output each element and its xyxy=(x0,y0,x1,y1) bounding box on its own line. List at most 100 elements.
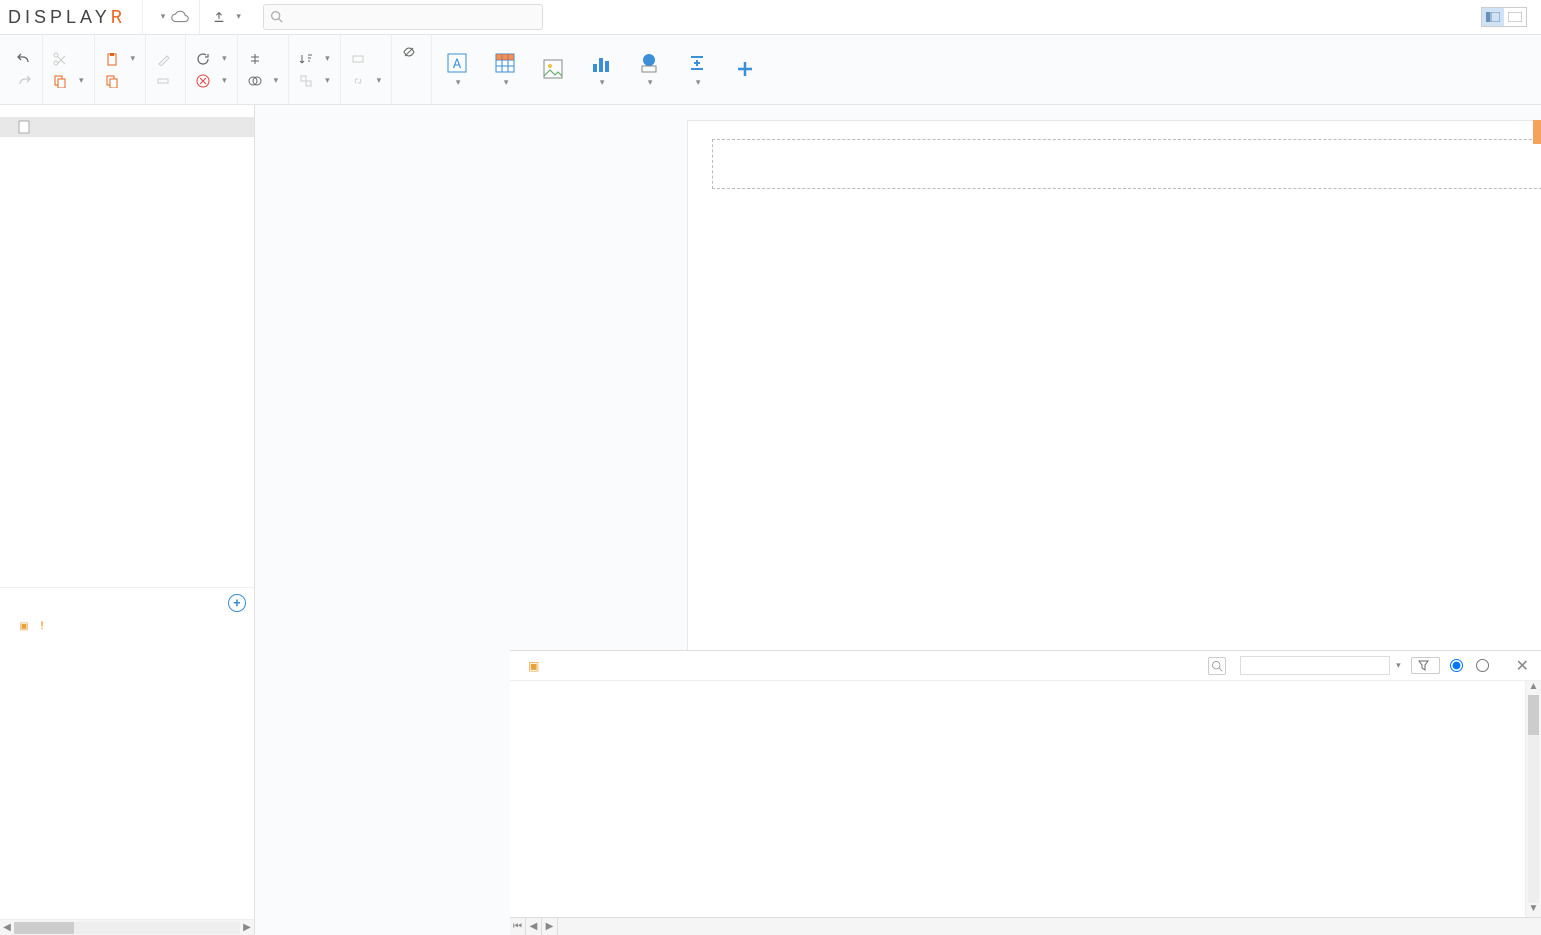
sort-button[interactable]: ▾ xyxy=(295,50,334,68)
left-panel: + ▣ ! ◀▶ xyxy=(0,105,255,935)
reset-button[interactable]: ▾ xyxy=(192,50,231,68)
search-menus[interactable] xyxy=(263,4,543,30)
reset-delete-group: ▾ ▾ xyxy=(186,35,238,104)
caret-down-icon: ▾ xyxy=(236,12,241,22)
close-data-editor-button[interactable]: ✕ xyxy=(1512,656,1533,675)
caret-down-icon: ▾ xyxy=(161,12,166,22)
search-icon xyxy=(1211,660,1223,672)
labels-radio[interactable] xyxy=(1450,659,1466,672)
data-grid[interactable] xyxy=(510,681,1541,917)
table-icon xyxy=(494,52,516,74)
caret-down-icon: ▾ xyxy=(1396,661,1401,671)
combine-button[interactable]: ▾ xyxy=(244,72,283,90)
view-toggle[interactable] xyxy=(1481,7,1527,27)
shape-icon xyxy=(638,52,660,74)
page-icon xyxy=(18,120,30,134)
duplicate-button[interactable] xyxy=(101,72,140,90)
brush-icon xyxy=(156,52,170,66)
undo-button[interactable] xyxy=(12,50,36,68)
filter-input[interactable] xyxy=(1240,656,1390,675)
table-button[interactable]: ▾ xyxy=(486,48,524,92)
title-placeholder[interactable] xyxy=(712,139,1541,189)
values-radio[interactable] xyxy=(1476,659,1492,672)
data-editor-tabs: ⏮ ◀ ▶ xyxy=(510,917,1541,935)
arrange-icon xyxy=(299,74,313,88)
add-dataset-button[interactable]: + xyxy=(228,594,246,612)
delete-button[interactable]: ▾ xyxy=(192,72,231,90)
data-editor-vscroll[interactable]: ▲▼ xyxy=(1525,681,1541,917)
delete-icon xyxy=(196,74,210,88)
tab-next[interactable]: ▶ xyxy=(542,918,558,935)
search-input[interactable] xyxy=(263,4,543,30)
reset-icon xyxy=(196,52,210,66)
page-item[interactable] xyxy=(0,117,254,137)
split-combine-group: ▾ xyxy=(238,35,290,104)
calculation-button[interactable]: ▾ xyxy=(678,48,716,92)
pages-header xyxy=(0,105,254,117)
document-name-dropdown[interactable]: ▾ xyxy=(142,0,200,34)
rename-link-group: ▾ xyxy=(341,35,393,104)
upload-icon xyxy=(212,10,226,24)
pages-list xyxy=(0,117,254,587)
view-mode-full[interactable] xyxy=(1504,8,1526,26)
tab-prev[interactable]: ◀ xyxy=(526,918,542,935)
link-button[interactable]: ▾ xyxy=(347,72,386,90)
image-icon xyxy=(542,58,564,80)
hide-icon xyxy=(402,45,416,59)
combine-icon xyxy=(248,74,262,88)
calculation-icon xyxy=(686,52,708,74)
data-editor-header: ▣ ▾ ✕ xyxy=(510,651,1541,681)
right-panel-collapsed-handle[interactable] xyxy=(1533,120,1541,144)
cut-button[interactable] xyxy=(49,50,88,68)
data-editor-file[interactable]: ▣ xyxy=(528,659,543,673)
copy-button[interactable]: ▾ xyxy=(49,72,88,90)
ribbon-toolbar: ▾ ▾ ▾ ▾ ▾ ▾ ▾ ▾ A▾ ▾ ▾ ▾ ▾ xyxy=(0,35,1541,105)
rename-icon xyxy=(351,52,365,66)
copy-icon xyxy=(53,74,67,88)
logo: DISPLAYR xyxy=(8,7,122,28)
insert-group: A▾ ▾ ▾ ▾ ▾ xyxy=(432,35,770,104)
anything-button[interactable] xyxy=(726,54,764,86)
search-data-button[interactable] xyxy=(1208,657,1226,675)
filter-control[interactable]: ▾ xyxy=(1236,656,1401,675)
format-painter-button[interactable] xyxy=(152,50,179,68)
image-button[interactable] xyxy=(534,54,572,86)
clipboard-group-1: ▾ xyxy=(43,35,95,104)
shape-button[interactable]: ▾ xyxy=(630,48,668,92)
arrange-button[interactable]: ▾ xyxy=(295,72,334,90)
paste-button[interactable]: ▾ xyxy=(101,50,140,68)
dataset-file[interactable]: ▣ ! xyxy=(0,618,254,634)
data-editor: ▣ ▾ ✕ xyxy=(510,650,1541,935)
app-header: DISPLAYR ▾ ▾ xyxy=(0,0,1541,35)
duplicate-icon xyxy=(105,74,119,88)
split-button[interactable] xyxy=(244,50,283,68)
new-variable-button[interactable] xyxy=(1411,657,1440,674)
visualization-button[interactable]: ▾ xyxy=(582,48,620,92)
redo-button[interactable] xyxy=(12,72,36,90)
create-span-button[interactable] xyxy=(152,72,179,90)
svg-text:A: A xyxy=(453,57,462,72)
undo-group xyxy=(6,35,43,104)
plus-icon xyxy=(734,58,756,80)
redo-icon xyxy=(16,74,32,88)
left-panel-hscroll[interactable]: ◀▶ xyxy=(0,919,254,935)
scissors-icon xyxy=(53,52,67,66)
textbox-button[interactable]: A▾ xyxy=(438,48,476,92)
sort-arrange-group: ▾ ▾ xyxy=(289,35,341,104)
main-area: + ▣ ! ◀▶ ▣ xyxy=(0,105,1541,935)
paste-icon xyxy=(105,52,119,66)
rename-button[interactable] xyxy=(347,50,386,68)
warning-icon: ! xyxy=(36,620,48,632)
canvas-area: ▣ ▾ ✕ xyxy=(255,105,1541,935)
view-mode-panel[interactable] xyxy=(1482,8,1504,26)
datasets-header: + xyxy=(0,587,254,618)
search-icon xyxy=(270,10,283,23)
slide[interactable] xyxy=(687,120,1541,655)
publish-button[interactable]: ▾ xyxy=(199,0,253,34)
tab-first[interactable]: ⏮ xyxy=(510,918,526,935)
datasets-tree: ▣ ! xyxy=(0,618,254,919)
split-icon xyxy=(248,52,262,66)
textbox-icon: A xyxy=(446,52,468,74)
hide-button[interactable] xyxy=(398,43,425,61)
sort-icon xyxy=(299,52,313,66)
